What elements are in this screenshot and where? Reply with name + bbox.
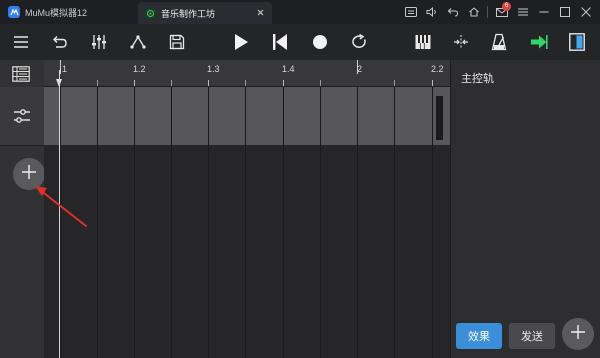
ruler-tick (320, 80, 321, 86)
track-1-header[interactable] (0, 87, 44, 145)
master-track-title: 主控轨 (461, 73, 494, 85)
tab-label: 音乐制作工坊 (161, 8, 216, 19)
ruler-tick (208, 80, 209, 86)
close-window-icon[interactable] (575, 0, 596, 24)
grid-line (357, 87, 358, 358)
ruler-tick (171, 80, 172, 86)
grid-line (394, 87, 395, 358)
mumu-logo-icon (8, 6, 20, 18)
ruler-label-1-4: 1.4 (282, 64, 295, 74)
volume-icon[interactable] (421, 0, 442, 24)
keyboard-mapping-icon[interactable] (400, 0, 421, 24)
back-icon[interactable] (442, 0, 463, 24)
loop-icon[interactable] (344, 24, 374, 60)
grid-line (245, 87, 246, 358)
app-title: MuMu模拟器12 (0, 0, 134, 24)
save-icon[interactable] (162, 24, 192, 60)
grid-line (171, 87, 172, 358)
grid-line (134, 87, 135, 358)
ruler-tick (134, 80, 135, 86)
app-name: MuMu模拟器12 (25, 7, 88, 18)
play-icon[interactable] (226, 24, 256, 60)
undo-icon[interactable] (45, 24, 75, 60)
empty-track-area[interactable] (44, 145, 450, 358)
emulator-title-bar: MuMu模拟器12 音乐制作工坊 6 (0, 0, 600, 24)
ruler-tick (394, 80, 395, 86)
notification-badge: 6 (502, 2, 511, 11)
export-arrow-icon[interactable] (524, 24, 554, 60)
divider (487, 6, 488, 18)
add-effect-button[interactable] (562, 318, 594, 350)
playhead-line (59, 70, 60, 358)
mixer-sliders-icon[interactable] (84, 24, 114, 60)
ruler-label-1-2: 1.2 (133, 64, 146, 74)
hamburger-menu-icon[interactable] (512, 0, 533, 24)
plus-icon (570, 324, 586, 345)
mail-icon[interactable]: 6 (491, 0, 512, 24)
grid-line (208, 87, 209, 358)
home-icon[interactable] (463, 0, 484, 24)
arrangement-timeline[interactable]: 1 1.2 1.3 1.4 2 2.2 (44, 60, 450, 358)
split-icon[interactable] (446, 24, 476, 60)
grid-line (432, 87, 433, 358)
ruler-label-2-2: 2.2 (431, 64, 444, 74)
ruler-label-1: 1 (62, 64, 68, 74)
add-track-button[interactable] (13, 158, 45, 190)
ruler-tick (283, 80, 284, 86)
ruler-tick (432, 80, 433, 86)
automation-icon[interactable] (123, 24, 153, 60)
track-1-lane[interactable] (44, 87, 450, 145)
effects-button[interactable]: 效果 (456, 323, 502, 349)
panel-toggle-icon[interactable] (562, 24, 592, 60)
daw-toolbar (0, 24, 600, 60)
maximize-icon[interactable] (554, 0, 575, 24)
ruler-label-1-3: 1.3 (207, 64, 220, 74)
metronome-icon[interactable] (484, 24, 514, 60)
send-button[interactable]: 发送 (509, 323, 555, 349)
window-controls: 6 (400, 0, 596, 24)
track-header-panel (0, 60, 45, 358)
piano-keys-icon[interactable] (408, 24, 438, 60)
ruler-label-2: 2 (357, 64, 363, 74)
grid-line (60, 87, 61, 358)
master-track-panel: 主控轨 效果 发送 (450, 60, 600, 358)
close-tab-icon[interactable] (255, 7, 266, 18)
grid-line (283, 87, 284, 358)
plus-icon (21, 164, 37, 185)
tab-music-studio[interactable]: 音乐制作工坊 (138, 2, 272, 24)
ruler-tick (97, 80, 98, 86)
grid-line (320, 87, 321, 358)
music-studio-app-icon (145, 7, 156, 19)
rewind-to-start-icon[interactable] (265, 24, 295, 60)
ruler-tick (245, 80, 246, 86)
grid-line (97, 87, 98, 358)
minimize-icon[interactable] (533, 0, 554, 24)
timeline-ruler[interactable]: 1 1.2 1.3 1.4 2 2.2 (44, 60, 450, 87)
record-icon[interactable] (305, 24, 335, 60)
menu-icon[interactable] (6, 24, 36, 60)
ruler-tick (60, 60, 61, 74)
track-settings-icon[interactable] (12, 106, 32, 131)
track-list-icon[interactable] (12, 66, 30, 87)
divider (0, 145, 44, 146)
track-end-marker[interactable] (436, 96, 443, 140)
